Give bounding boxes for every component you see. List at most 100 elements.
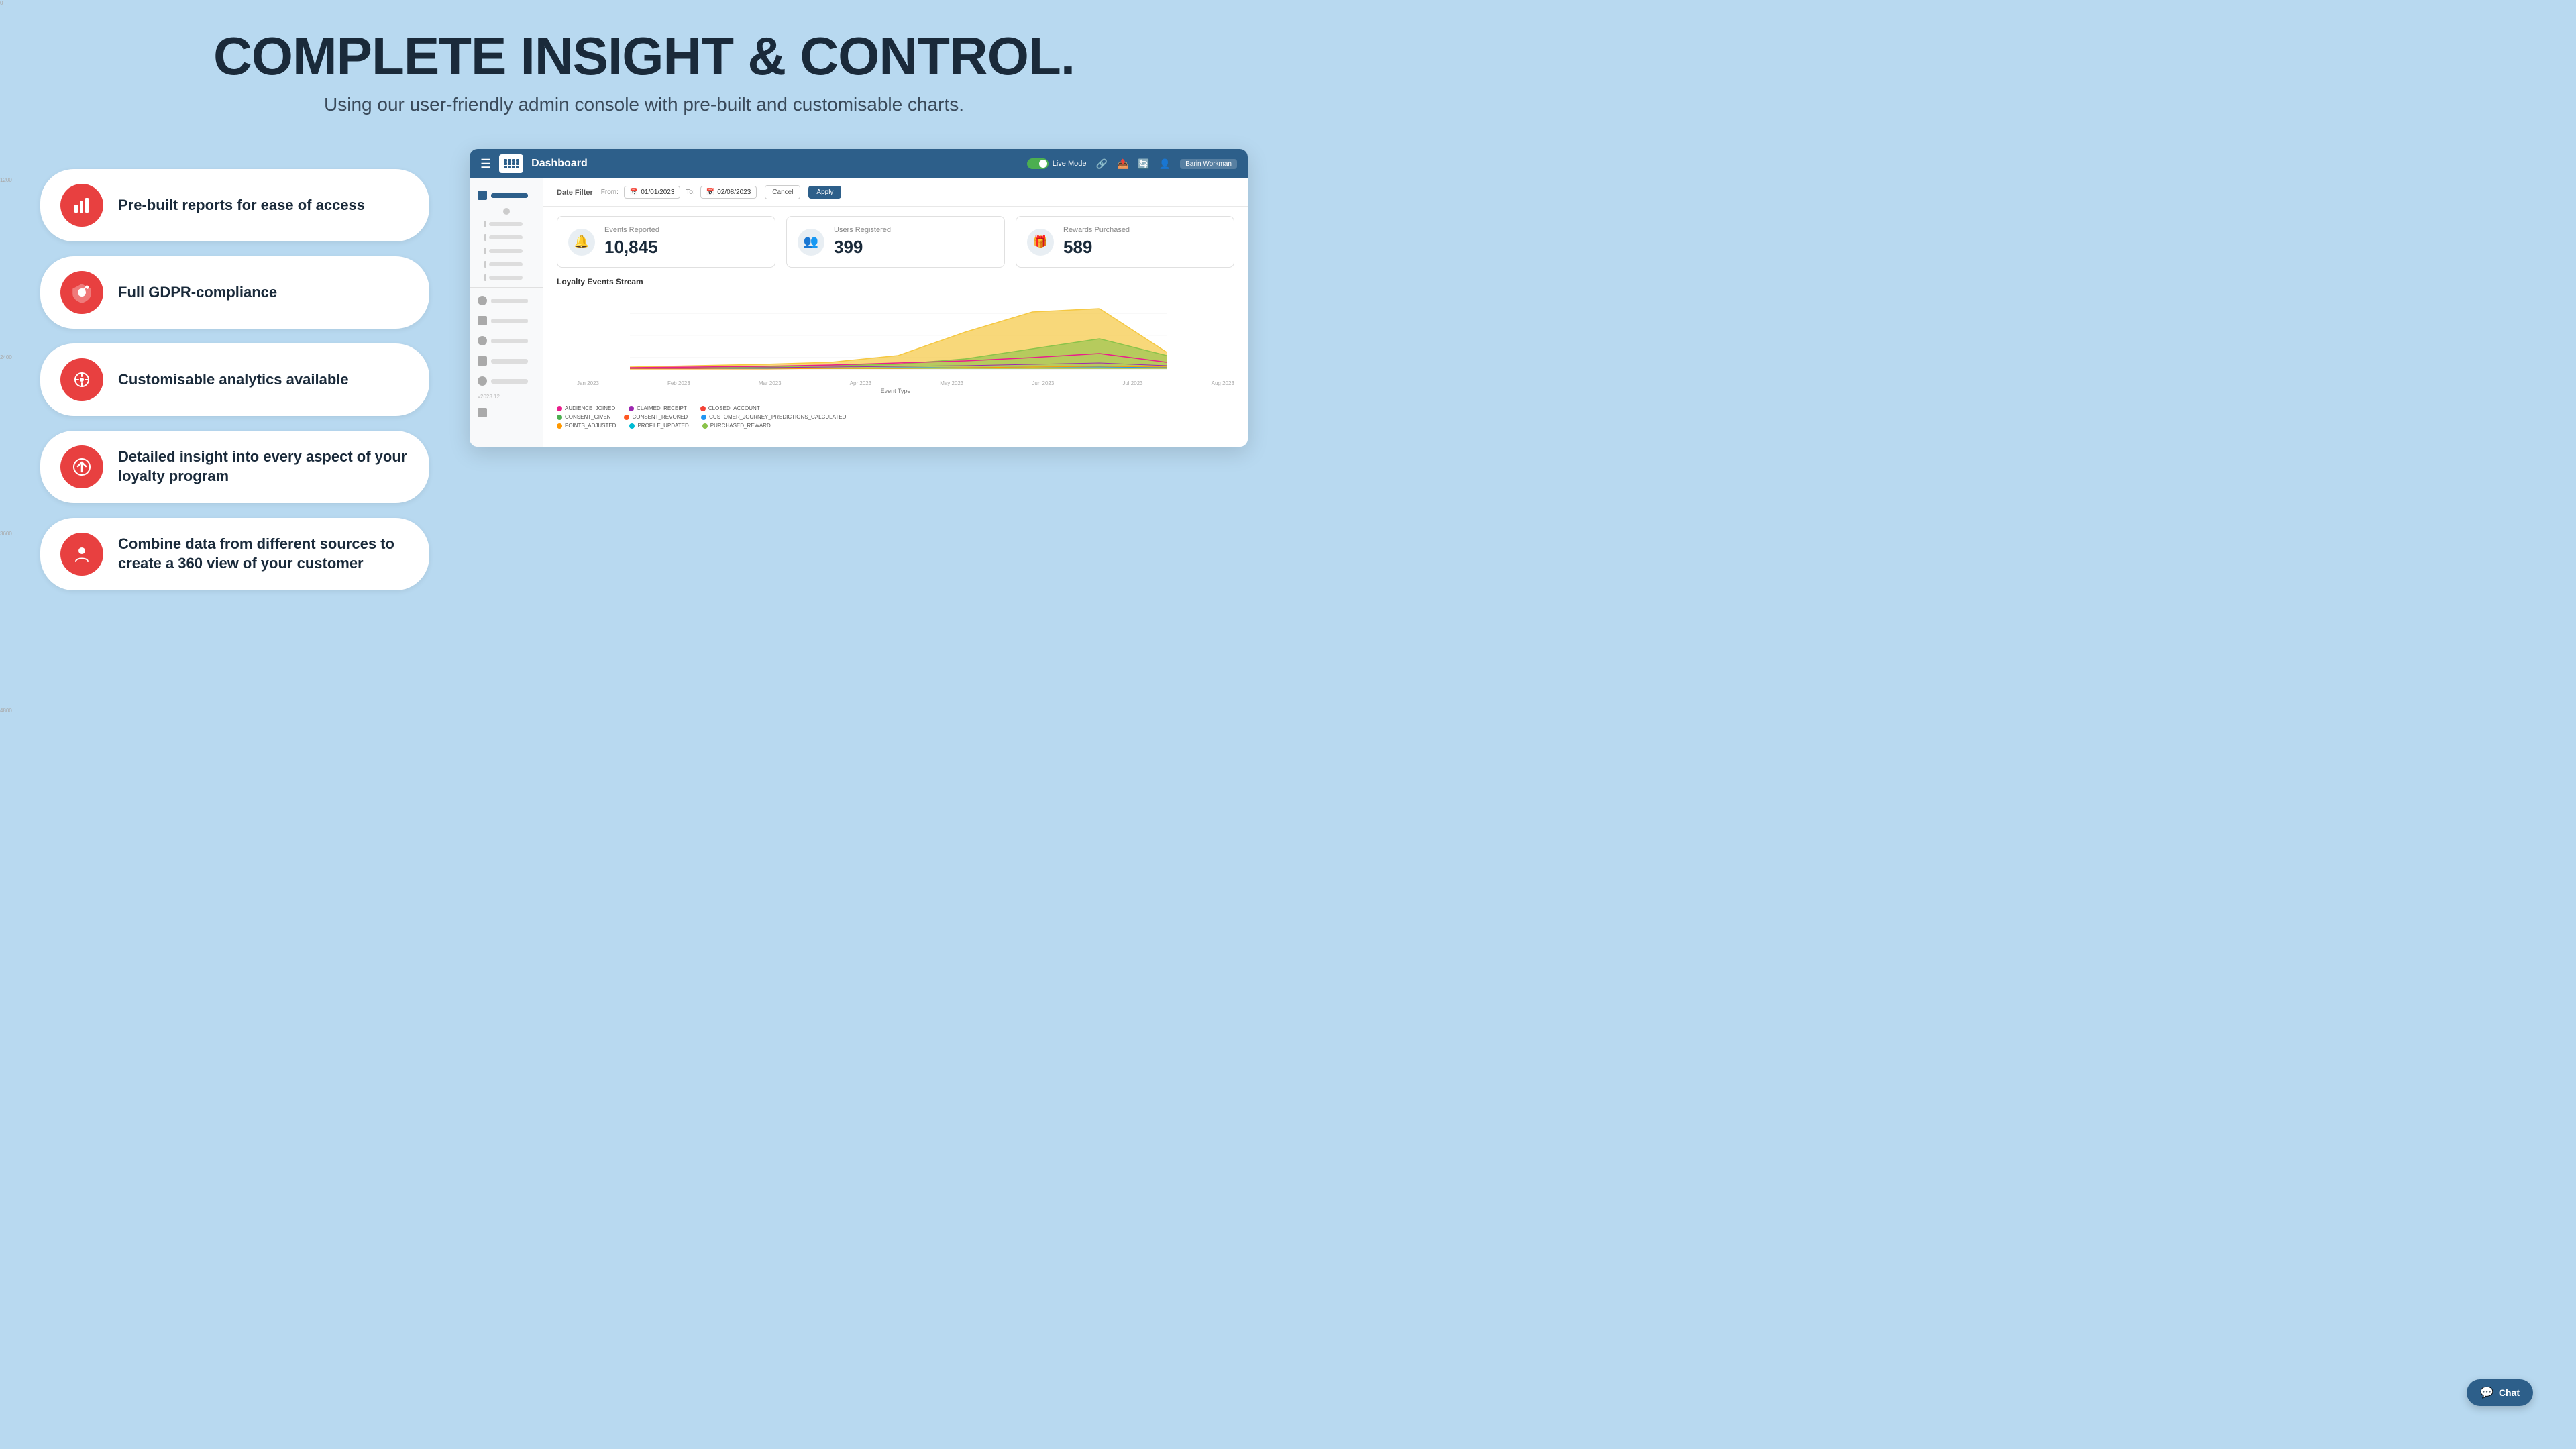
date-input-group: From: 📅 01/01/2023 To: 📅 02/08/2023	[601, 186, 757, 199]
legend-dot-audience-joined	[557, 406, 562, 411]
feature-text-customisable: Customisable analytics available	[118, 370, 349, 390]
feature-icon-combine-data	[60, 533, 103, 576]
share-icon[interactable]: 📤	[1117, 158, 1128, 170]
legend-row-2: CONSENT_GIVEN CONSENT_REVOKED CUSTOMER_J…	[557, 414, 1234, 420]
header-section: COMPLETE INSIGHT & CONTROL. Using our us…	[213, 27, 1075, 115]
cancel-button[interactable]: Cancel	[765, 185, 800, 199]
feature-icon-gdpr	[60, 271, 103, 314]
legend-dot-points-adjusted	[557, 423, 562, 429]
events-info: Events Reported 10,845	[604, 226, 659, 258]
legend-dot-customer-journey	[701, 415, 706, 420]
dashboard-body: v2023.12 Date Filter From: 📅	[470, 178, 1248, 447]
chart-x-labels: Jan 2023 Feb 2023 Mar 2023 Apr 2023 May …	[557, 380, 1234, 386]
content-section: Pre-built reports for ease of access Ful…	[40, 149, 1248, 590]
feature-item-gdpr: Full GDPR-compliance	[40, 256, 429, 329]
rewards-icon: 🎁	[1027, 229, 1054, 256]
users-value: 399	[834, 237, 891, 258]
dashboard-container: ☰ Dashboard Live Mode 🔗 📤	[470, 149, 1248, 447]
rewards-info: Rewards Purchased 589	[1063, 226, 1130, 258]
legend-dot-closed-account	[700, 406, 706, 411]
sidebar-item-dashboard[interactable]	[470, 185, 543, 205]
users-info: Users Registered 399	[834, 226, 891, 258]
chart-legend: AUDIENCE_JOINED CLAIMED_RECEIPT CLOSED_A…	[543, 401, 1248, 434]
stat-card-events: 🔔 Events Reported 10,845	[557, 216, 775, 268]
sidebar-item-notifications[interactable]	[470, 290, 543, 311]
legend-dot-profile-updated	[629, 423, 635, 429]
chat-button[interactable]: 💬 Chat	[2467, 1379, 2533, 1406]
legend-label-purchased-reward: PURCHASED_REWARD	[710, 423, 771, 429]
date-filter-bar: Date Filter From: 📅 01/01/2023 To: 📅 02/…	[543, 178, 1248, 207]
main-title: COMPLETE INSIGHT & CONTROL.	[213, 27, 1075, 86]
date-to-value: 02/08/2023	[717, 189, 751, 196]
feature-item-pre-built-reports: Pre-built reports for ease of access	[40, 169, 429, 241]
chart-svg	[562, 292, 1234, 379]
sidebar-sub-item-2[interactable]	[470, 231, 543, 244]
sidebar-item-calendar[interactable]	[470, 311, 543, 331]
refresh-icon[interactable]: 🔄	[1138, 158, 1149, 170]
sidebar-item-settings[interactable]	[470, 402, 543, 423]
legend-label-consent-given: CONSENT_GIVEN	[565, 414, 610, 420]
sidebar-item-wifi[interactable]	[470, 351, 543, 371]
toggle-switch[interactable]	[1027, 158, 1049, 169]
legend-consent-revoked: CONSENT_REVOKED	[624, 414, 688, 420]
legend-dot-consent-revoked	[624, 415, 629, 420]
legend-row-3: POINTS_ADJUSTED PROFILE_UPDATED PURCHASE…	[557, 423, 1234, 429]
feature-icon-pre-built-reports	[60, 184, 103, 227]
feature-text-pre-built-reports: Pre-built reports for ease of access	[118, 196, 365, 215]
date-to-input[interactable]: 📅 02/08/2023	[700, 186, 757, 199]
events-icon: 🔔	[568, 229, 595, 256]
rewards-label: Rewards Purchased	[1063, 226, 1130, 234]
sidebar-dashboard-label	[491, 193, 528, 198]
legend-label-closed-account: CLOSED_ACCOUNT	[708, 405, 760, 411]
dash-logo	[499, 154, 523, 173]
dashboard-main: Date Filter From: 📅 01/01/2023 To: 📅 02/…	[543, 178, 1248, 447]
sidebar-sub-item-1[interactable]	[470, 217, 543, 231]
legend-label-claimed-receipt: CLAIMED_RECEIPT	[637, 405, 687, 411]
sidebar-section	[470, 217, 543, 284]
rewards-value: 589	[1063, 237, 1130, 258]
stat-card-users: 👥 Users Registered 399	[786, 216, 1005, 268]
subtitle: Using our user-friendly admin console wi…	[213, 94, 1075, 115]
user-icon[interactable]: 👤	[1159, 158, 1171, 170]
menu-icon[interactable]: ☰	[480, 157, 491, 171]
dashboard-sidebar-icon	[478, 191, 487, 200]
feature-item-customisable: Customisable analytics available	[40, 343, 429, 416]
feature-text-gdpr: Full GDPR-compliance	[118, 283, 277, 303]
page-container: COMPLETE INSIGHT & CONTROL. Using our us…	[0, 0, 1288, 724]
legend-label-audience-joined: AUDIENCE_JOINED	[565, 405, 615, 411]
legend-closed-account: CLOSED_ACCOUNT	[700, 405, 760, 411]
live-mode-toggle[interactable]: Live Mode	[1027, 158, 1087, 169]
feature-item-detailed-insight: Detailed insight into every aspect of yo…	[40, 431, 429, 503]
users-icon: 👥	[798, 229, 824, 256]
legend-purchased-reward: PURCHASED_REWARD	[702, 423, 771, 429]
feature-icon-detailed-insight	[60, 445, 103, 488]
chart-area: Loyalty Events Stream 4800 3600 2400 120…	[543, 277, 1248, 401]
legend-claimed-receipt: CLAIMED_RECEIPT	[629, 405, 687, 411]
legend-row-1: AUDIENCE_JOINED CLAIMED_RECEIPT CLOSED_A…	[557, 405, 1234, 411]
sidebar-item-shop[interactable]	[470, 371, 543, 391]
events-label: Events Reported	[604, 226, 659, 234]
legend-consent-given: CONSENT_GIVEN	[557, 414, 610, 420]
sidebar-sub-item-5[interactable]	[470, 271, 543, 284]
legend-points-adjusted: POINTS_ADJUSTED	[557, 423, 616, 429]
header-right: Live Mode 🔗 📤 🔄 👤 Barin Workman	[1027, 158, 1237, 170]
sidebar-item-share[interactable]	[470, 331, 543, 351]
chart-title: Loyalty Events Stream	[557, 277, 1234, 286]
feature-text-detailed-insight: Detailed insight into every aspect of yo…	[118, 447, 409, 486]
date-to-label: To:	[686, 189, 694, 196]
feature-text-combine-data: Combine data from different sources to c…	[118, 535, 409, 573]
feature-item-combine-data: Combine data from different sources to c…	[40, 518, 429, 590]
dashboard-header: ☰ Dashboard Live Mode 🔗 📤	[470, 149, 1248, 178]
legend-dot-claimed-receipt	[629, 406, 634, 411]
link-icon[interactable]: 🔗	[1096, 158, 1108, 170]
sidebar-sub-item-3[interactable]	[470, 244, 543, 258]
event-type-label: Event Type	[557, 388, 1234, 394]
sidebar-sub-item-4[interactable]	[470, 258, 543, 271]
legend-dot-purchased-reward	[702, 423, 708, 429]
events-value: 10,845	[604, 237, 659, 258]
apply-button[interactable]: Apply	[808, 186, 841, 199]
date-from-input[interactable]: 📅 01/01/2023	[624, 186, 681, 199]
legend-customer-journey: CUSTOMER_JOURNEY_PREDICTIONS_CALCULATED	[701, 414, 846, 420]
legend-dot-consent-given	[557, 415, 562, 420]
chat-icon: 💬	[2480, 1386, 2493, 1399]
